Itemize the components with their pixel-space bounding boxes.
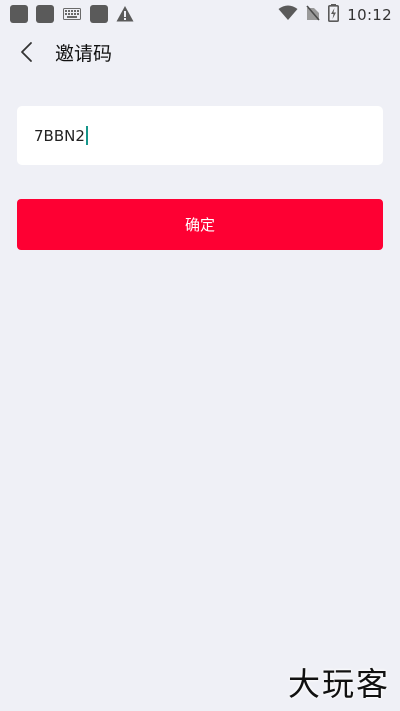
status-bar-notifications xyxy=(10,5,134,23)
notification-icon xyxy=(36,5,54,23)
status-bar: 10:12 xyxy=(0,0,400,28)
back-button[interactable] xyxy=(14,40,40,68)
header: 邀请码 xyxy=(0,34,400,74)
battery-charging-icon xyxy=(328,4,340,26)
status-time: 10:12 xyxy=(347,6,392,24)
notification-icon xyxy=(90,5,108,23)
wifi-icon xyxy=(278,5,298,25)
notification-icon xyxy=(10,5,28,23)
confirm-button[interactable]: 确定 xyxy=(17,199,383,250)
no-signal-icon xyxy=(306,5,320,25)
page-title: 邀请码 xyxy=(55,43,113,65)
chevron-left-icon xyxy=(20,41,34,67)
keyboard-icon xyxy=(62,5,82,23)
watermark-logo: 大玩客 xyxy=(287,665,390,703)
warning-icon xyxy=(116,5,134,23)
status-bar-system: 10:12 xyxy=(278,4,392,26)
invite-code-field[interactable]: 7BBN2 xyxy=(17,106,383,165)
text-cursor xyxy=(85,126,88,145)
invite-code-input[interactable]: 7BBN2 xyxy=(34,127,85,145)
